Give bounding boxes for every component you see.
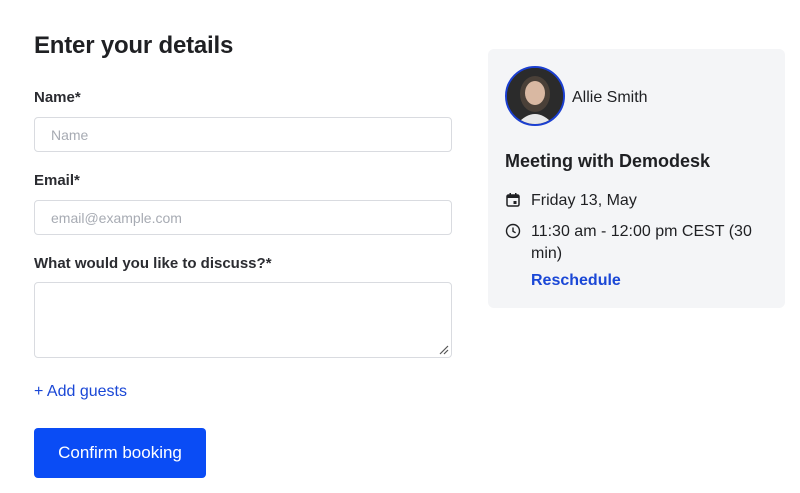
calendar-icon — [506, 193, 520, 207]
details-form: Enter your details Name* Email* What wou… — [34, 30, 452, 478]
confirm-booking-button[interactable]: Confirm booking — [34, 428, 206, 478]
clock-icon — [505, 223, 521, 239]
meeting-summary-card: Allie Smith Meeting with Demodesk Friday… — [488, 49, 785, 308]
meeting-date: Friday 13, May — [531, 192, 637, 209]
resize-handle-icon[interactable] — [439, 345, 449, 355]
reschedule-link[interactable]: Reschedule — [531, 271, 621, 291]
discuss-field[interactable] — [34, 282, 452, 358]
date-row: Friday 13, May — [505, 190, 637, 212]
time-row: 11:30 am - 12:00 pm CEST (30 min) — [505, 221, 770, 265]
discuss-label: What would you like to discuss?* — [34, 255, 272, 272]
host-name: Allie Smith — [572, 89, 648, 106]
avatar — [505, 66, 565, 126]
add-guests-link[interactable]: + Add guests — [34, 383, 127, 400]
name-label: Name* — [34, 89, 81, 106]
email-field[interactable] — [34, 200, 452, 235]
discuss-field-wrapper — [34, 282, 452, 358]
name-field[interactable] — [34, 117, 452, 152]
email-label: Email* — [34, 172, 80, 189]
booking-page: Enter your details Name* Email* What wou… — [0, 0, 800, 493]
page-title: Enter your details — [34, 32, 234, 59]
meeting-title: Meeting with Demodesk — [505, 151, 711, 171]
host-photo-icon — [507, 68, 563, 124]
meeting-time: 11:30 am - 12:00 pm CEST (30 min) — [531, 223, 752, 262]
